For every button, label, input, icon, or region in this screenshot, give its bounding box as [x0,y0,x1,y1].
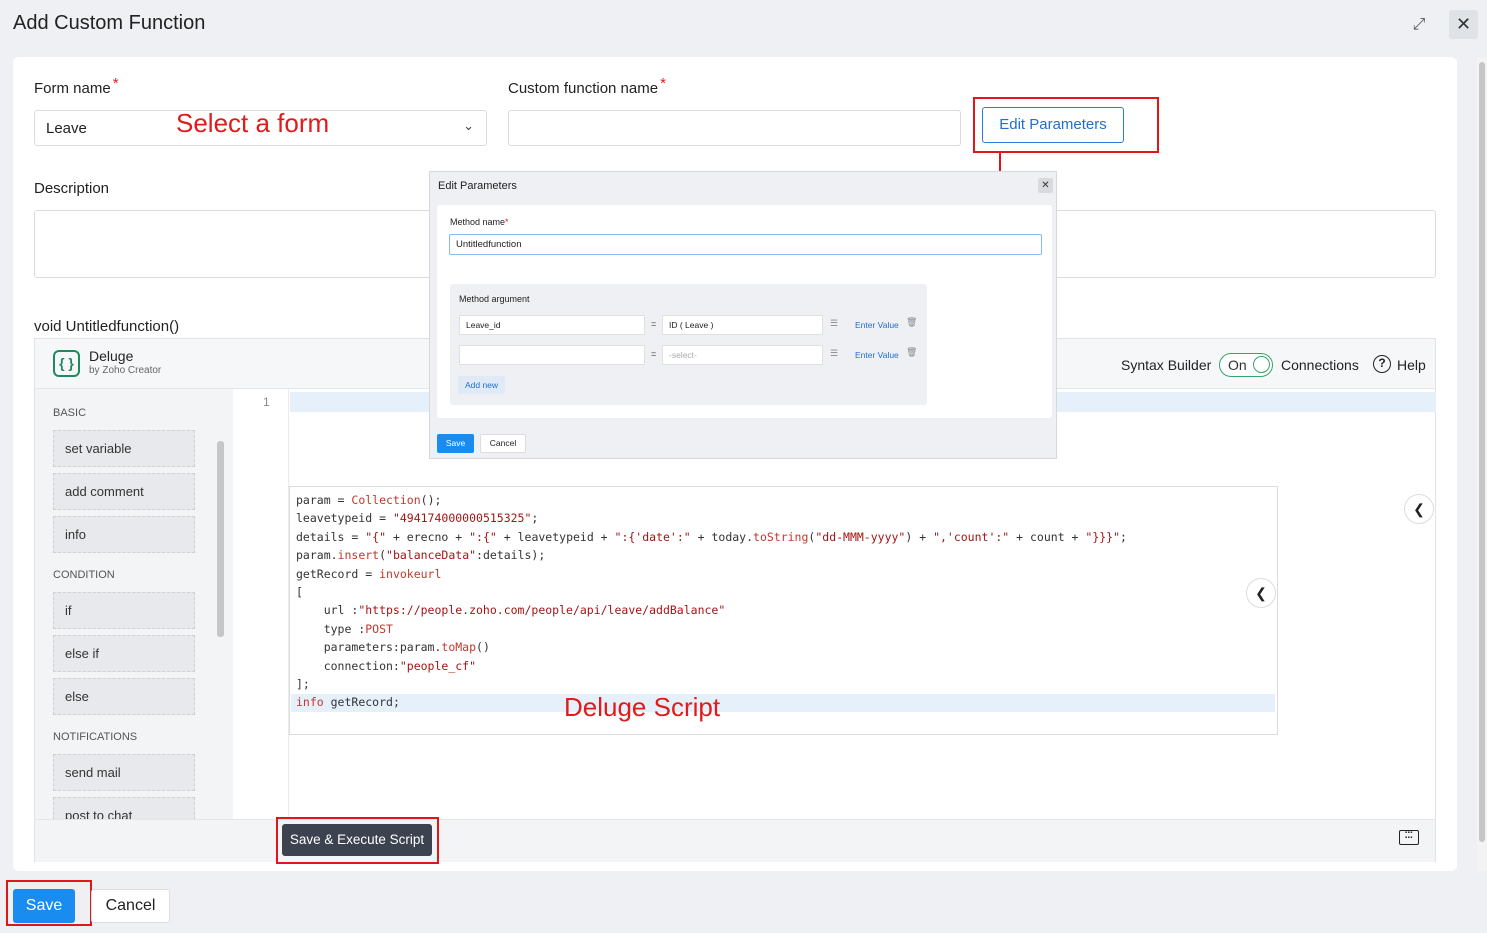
keyboard-icon[interactable]: ▪▪▪ ▪▪▪ [1399,830,1419,845]
popup-title: Edit Parameters [438,180,517,192]
trash-icon[interactable]: 🗑 [906,347,917,358]
cancel-button[interactable]: Cancel [91,889,170,923]
toggle-knob [1253,356,1270,373]
method-argument-label: Method argument [459,294,530,304]
editor-footer [35,819,1435,862]
collapse-code-button[interactable]: ❮ [1246,578,1276,608]
code-line: [ [296,585,303,599]
help-icon[interactable]: ? [1373,355,1391,373]
code-line: ]; [296,677,310,691]
code-line: param = Collection(); [296,493,442,507]
sidebar-item-post-to-chat[interactable]: post to chat [53,797,195,819]
argument-type-select[interactable]: ID ( Leave ) [662,315,823,335]
edit-parameters-dialog: Edit Parameters ✕ Method name* Untitledf… [429,171,1057,459]
sidebar-item-set-variable[interactable]: set variable [53,430,195,467]
deluge-logo-icon: { } [53,350,80,377]
deluge-brand-name: Deluge [89,348,134,364]
method-name-input[interactable]: Untitledfunction [449,234,1042,255]
argument-name-input[interactable] [459,345,645,365]
enter-value-link[interactable]: Enter Value [855,350,899,360]
function-signature: void Untitledfunction() [34,318,180,335]
form-name-value: Leave [46,120,87,137]
popup-body: Method name* Untitledfunction Method arg… [437,205,1052,418]
syntax-builder-toggle[interactable]: On [1219,353,1273,377]
sidebar-item-else[interactable]: else [53,678,195,715]
custom-function-name-label: Custom function name * [508,75,666,97]
toggle-label: On [1228,357,1247,373]
chevron-left-icon: ❮ [1255,585,1267,601]
required-mark: * [505,217,509,227]
chevron-left-icon: ❮ [1413,501,1425,517]
collapse-panel-button[interactable]: ❮ [1404,494,1434,524]
annotation-select-form: Select a form [176,108,330,138]
trash-icon[interactable]: 🗑 [906,317,917,328]
syntax-builder-label: Syntax Builder [1121,357,1212,373]
code-line: url :"https://people.zoho.com/people/api… [296,603,726,618]
syntax-sidebar: BASIC set variable add comment info COND… [35,389,233,819]
code-line: param.insert("balanceData":details); [296,548,546,563]
description-label: Description [34,180,110,197]
expand-icon[interactable]: ⤢ [1409,15,1429,35]
equals-sign: = [651,319,657,329]
sidebar-category-condition: CONDITION [53,569,115,581]
argument-name-input[interactable]: Leave_id [459,315,645,335]
code-line: type :POST [296,621,393,636]
method-argument-panel: Method argument Leave_id = ID ( Leave ) … [450,284,927,405]
sidebar-category-basic: BASIC [53,407,87,419]
code-line: connection:"people_cf" [296,658,477,673]
code-line: info getRecord; [296,695,400,710]
sidebar-item-send-mail[interactable]: send mail [53,754,195,791]
page-scrollbar[interactable] [1477,57,1487,871]
help-link[interactable]: Help [1397,357,1426,373]
required-mark: * [112,75,119,92]
method-name-label: Method name* [450,217,509,227]
code-line: parameters:param.toMap() [296,640,490,655]
sidebar-item-if[interactable]: if [53,592,195,629]
sidebar-category-notifications: NOTIFICATIONS [53,731,138,743]
dialog-title: Add Custom Function [13,12,206,34]
required-mark: * [660,75,666,92]
popup-cancel-button[interactable]: Cancel [480,434,526,453]
annotation-box-edit-parameters [973,97,1159,153]
scrollbar-thumb[interactable] [1479,62,1485,842]
popup-close-icon[interactable]: ✕ [1038,178,1053,193]
annotation-box-save-execute [276,817,439,864]
line-gutter [233,389,289,819]
sidebar-scrollbar[interactable] [217,441,224,637]
connections-link[interactable]: Connections [1281,357,1359,373]
popup-save-button[interactable]: Save [437,434,474,453]
sidebar-item-info[interactable]: info [53,516,195,553]
equals-sign: = [651,349,657,359]
code-line: details = "{" + erecno + ":{" + leavetyp… [296,529,1127,544]
annotation-deluge-script: Deluge Script [564,692,721,722]
enter-value-link[interactable]: Enter Value [855,320,899,330]
sidebar-item-else-if[interactable]: else if [53,635,195,672]
sidebar-item-add-comment[interactable]: add comment [53,473,195,510]
annotation-box-save [6,880,92,926]
close-button[interactable]: ✕ [1449,10,1478,39]
argument-type-select[interactable]: -select- [662,345,823,365]
close-icon: ✕ [1455,14,1472,34]
list-icon[interactable]: ☰ [830,318,838,329]
chevron-down-icon: ⌄ [463,118,474,133]
add-new-argument-button[interactable]: Add new [458,376,505,394]
line-number: 1 [263,395,270,409]
code-line: getRecord = invokeurl [296,566,442,581]
code-line: leavetypeid = "494174000000515325"; [296,511,539,526]
code-editor[interactable]: param = Collection(); leavetypeid = "4941… [289,486,1278,735]
current-line-highlight [291,694,1275,712]
list-icon[interactable]: ☰ [830,348,838,359]
custom-function-name-input[interactable] [508,110,961,146]
form-name-label: Form name * [34,75,119,97]
deluge-brand-sub: by Zoho Creator [89,365,162,376]
